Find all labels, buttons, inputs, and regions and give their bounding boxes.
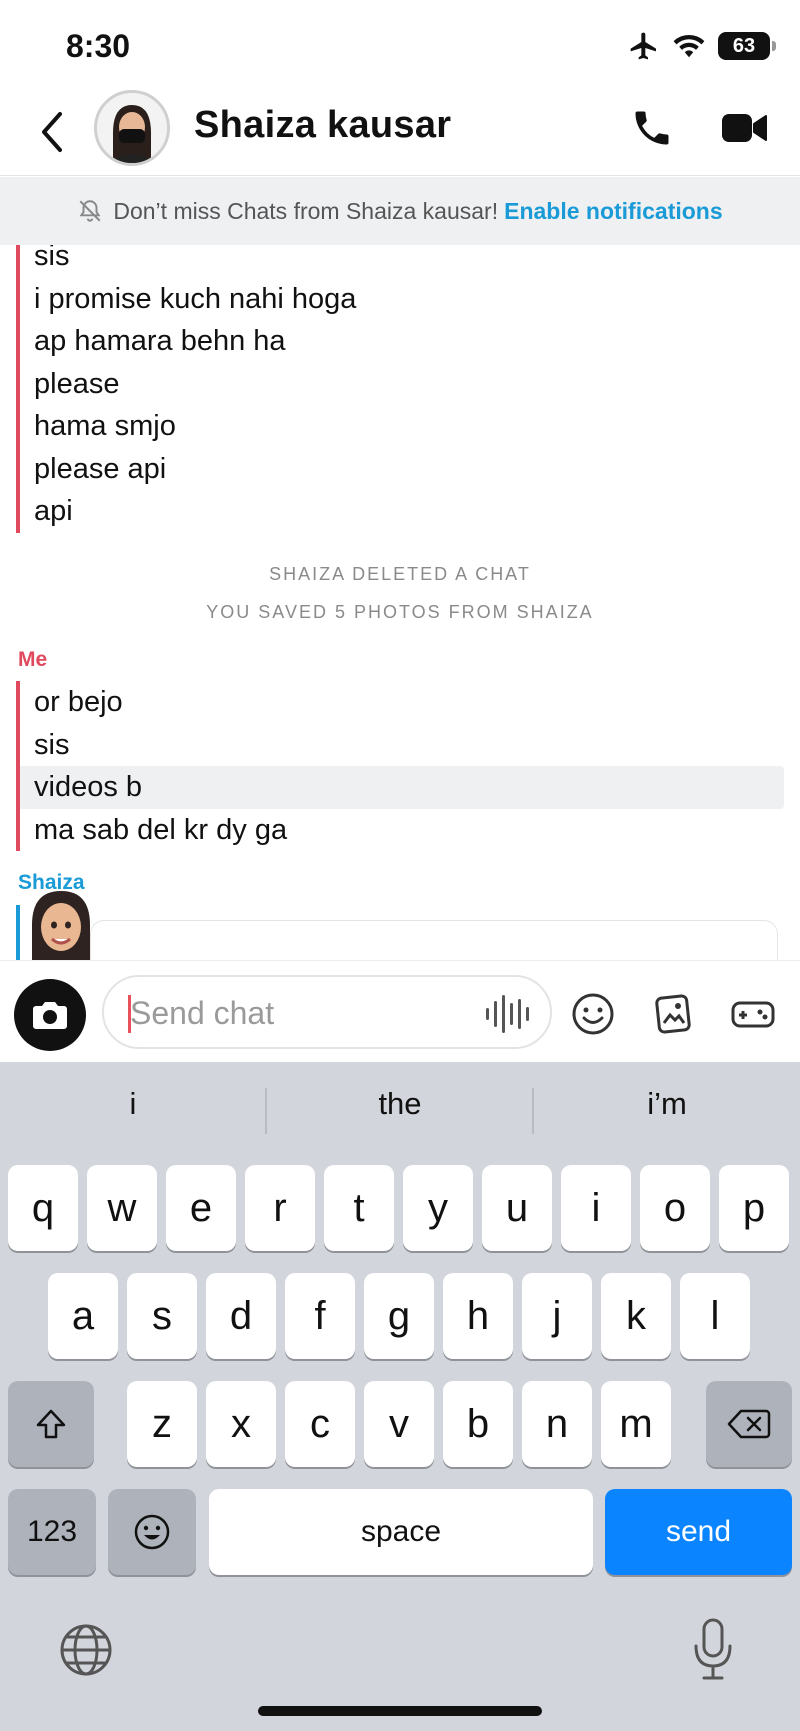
message-group-bar xyxy=(16,905,20,960)
battery-icon: 63 xyxy=(718,32,776,60)
key-w[interactable]: w xyxy=(87,1165,157,1251)
phone-icon[interactable] xyxy=(630,106,674,150)
camera-button[interactable] xyxy=(14,979,86,1051)
bitmoji-avatar-icon xyxy=(97,93,167,163)
message[interactable]: ap hamara behn ha xyxy=(16,320,784,363)
suggestion-item[interactable]: the xyxy=(267,1086,533,1122)
enable-notifications-link[interactable]: Enable notifications xyxy=(504,198,723,225)
wifi-icon xyxy=(673,34,705,58)
keyboard: i the i’m q w e r t y u i o p a s d f g … xyxy=(0,1062,800,1731)
avatar[interactable] xyxy=(94,90,170,166)
message[interactable]: please api xyxy=(16,448,784,491)
message[interactable]: or bejo xyxy=(16,681,784,724)
system-note: SHAIZA DELETED A CHAT xyxy=(269,564,531,584)
message-group-bar xyxy=(16,681,20,851)
home-indicator[interactable] xyxy=(258,1706,542,1716)
key-y[interactable]: y xyxy=(403,1165,473,1251)
smiley-icon[interactable] xyxy=(570,991,616,1037)
key-n[interactable]: n xyxy=(522,1381,592,1467)
message[interactable]: hama smjo xyxy=(16,405,784,448)
suggestion-item[interactable]: i xyxy=(0,1086,266,1122)
sender-label-me: Me xyxy=(18,648,48,671)
key-k[interactable]: k xyxy=(601,1273,671,1359)
key-p[interactable]: p xyxy=(719,1165,789,1251)
message[interactable]: ma sab del kr dy ga xyxy=(16,809,784,852)
microphone-icon[interactable] xyxy=(690,1618,736,1682)
chat-title[interactable]: Shaiza kausar xyxy=(194,104,451,147)
key-s[interactable]: s xyxy=(127,1273,197,1359)
key-h[interactable]: h xyxy=(443,1273,513,1359)
status-bar: 8:30 63 xyxy=(0,0,800,90)
key-z[interactable]: z xyxy=(127,1381,197,1467)
message[interactable]: sis xyxy=(16,724,784,767)
key-b[interactable]: b xyxy=(443,1381,513,1467)
shift-key[interactable] xyxy=(8,1381,94,1467)
send-key[interactable]: send xyxy=(605,1489,792,1575)
input-bar xyxy=(0,960,800,1062)
message-group-friend: sis i promise kuch nahi hoga ap hamara b… xyxy=(16,245,784,533)
key-g[interactable]: g xyxy=(364,1273,434,1359)
system-note: YOU SAVED 5 PHOTOS FROM SHAIZA xyxy=(206,602,594,622)
bitmoji-sticker-icon xyxy=(32,891,90,960)
key-d[interactable]: d xyxy=(206,1273,276,1359)
globe-icon[interactable] xyxy=(58,1622,114,1678)
key-f[interactable]: f xyxy=(285,1273,355,1359)
status-icons: 63 xyxy=(628,30,776,62)
numbers-key[interactable]: 123 xyxy=(8,1489,96,1575)
message[interactable]: i promise kuch nahi hoga xyxy=(16,278,784,321)
message[interactable]: please xyxy=(16,363,784,406)
game-controller-icon[interactable] xyxy=(730,991,776,1037)
backspace-key[interactable] xyxy=(706,1381,792,1467)
key-u[interactable]: u xyxy=(482,1165,552,1251)
key-i[interactable]: i xyxy=(561,1165,631,1251)
media-card[interactable] xyxy=(90,920,778,960)
back-chevron-icon[interactable] xyxy=(34,108,68,156)
memories-photos-icon[interactable] xyxy=(650,991,696,1037)
key-o[interactable]: o xyxy=(640,1165,710,1251)
chat-header: Shaiza kausar xyxy=(0,90,800,176)
suggestion-bar: i the i’m xyxy=(0,1062,800,1158)
backspace-icon xyxy=(727,1409,771,1439)
key-e[interactable]: e xyxy=(166,1165,236,1251)
key-c[interactable]: c xyxy=(285,1381,355,1467)
notification-banner: Don’t miss Chats from Shaiza kausar! Ena… xyxy=(0,177,800,245)
shift-arrow-icon xyxy=(36,1409,66,1439)
key-t[interactable]: t xyxy=(324,1165,394,1251)
key-m[interactable]: m xyxy=(601,1381,671,1467)
airplane-icon xyxy=(630,32,656,60)
key-x[interactable]: x xyxy=(206,1381,276,1467)
voice-waveform-icon[interactable] xyxy=(484,995,532,1033)
message-group-bar xyxy=(16,245,20,533)
message[interactable]: api xyxy=(16,490,784,533)
status-time: 8:30 xyxy=(66,28,131,64)
emoji-keyboard-icon xyxy=(134,1514,170,1550)
emoji-key[interactable] xyxy=(108,1489,196,1575)
muted-bell-icon xyxy=(79,200,101,222)
chat-input[interactable] xyxy=(130,991,460,1035)
message-highlighted[interactable]: videos b xyxy=(16,766,784,809)
banner-text: Don’t miss Chats from Shaiza kausar! xyxy=(113,197,499,224)
key-v[interactable]: v xyxy=(364,1381,434,1467)
key-l[interactable]: l xyxy=(680,1273,750,1359)
video-camera-icon[interactable] xyxy=(720,108,770,148)
camera-icon xyxy=(33,1002,67,1029)
key-q[interactable]: q xyxy=(8,1165,78,1251)
key-r[interactable]: r xyxy=(245,1165,315,1251)
message-group-me: or bejo sis videos b ma sab del kr dy ga xyxy=(16,681,784,851)
message[interactable]: sis xyxy=(16,245,784,278)
chat-input-field[interactable] xyxy=(102,975,552,1049)
key-j[interactable]: j xyxy=(522,1273,592,1359)
chat-area[interactable]: sis i promise kuch nahi hoga ap hamara b… xyxy=(0,245,800,960)
key-a[interactable]: a xyxy=(48,1273,118,1359)
suggestion-item[interactable]: i’m xyxy=(534,1086,800,1122)
space-key[interactable]: space xyxy=(209,1489,593,1575)
